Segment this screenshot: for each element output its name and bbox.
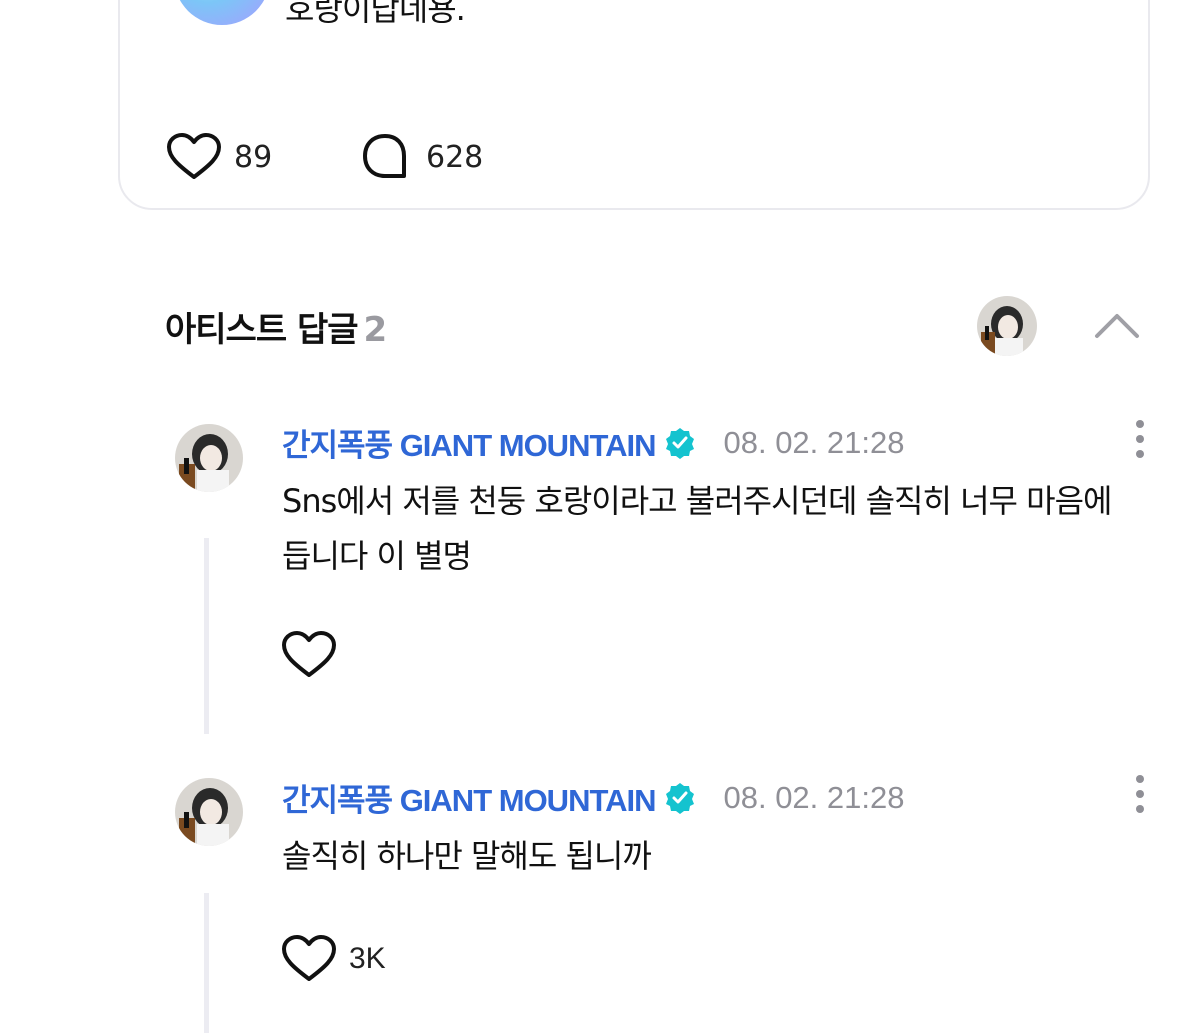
artist-photo [175,424,243,492]
reply-author-name[interactable]: 간지폭풍 GIANT MOUNTAIN [282,420,656,465]
verified-badge-icon [666,427,695,459]
reply-header: 간지폭풍 GIANT MOUNTAIN 08. 02. 21:28 [282,420,904,465]
reply-like-button[interactable] [281,630,347,680]
post-text: 호랑이답네용. [285,0,466,28]
post-comment-count: 628 [426,139,484,175]
more-options-icon[interactable] [1135,775,1145,815]
thread-line [204,538,209,734]
reply-text: 솔직히 하나만 말해도 됩니까 [282,837,652,875]
heart-icon [282,935,336,981]
reply-like-count: 3K [349,942,386,975]
heart-icon [167,133,221,179]
artist-photo [977,296,1037,356]
post-comment-button[interactable]: 628 [360,132,483,182]
artist-photo [175,778,243,846]
comment-bubble-icon [363,134,406,178]
chevron-up-icon[interactable] [1092,306,1142,342]
post-card: w 호랑이답네용. 89 628 [118,0,1150,210]
more-options-icon[interactable] [1135,420,1145,460]
reply-author-avatar[interactable] [175,424,243,492]
artist-replies-count: 2 [363,310,388,350]
reply-author-name[interactable]: 간지폭풍 GIANT MOUNTAIN [282,775,656,820]
reply-author-avatar[interactable] [175,778,243,846]
post-like-count: 89 [234,139,273,175]
heart-icon [282,631,336,677]
artist-replies-header: 아티스트 답글 2 [165,302,388,351]
reply-timestamp: 08. 02. 21:28 [723,424,905,460]
reply-timestamp: 08. 02. 21:28 [723,779,905,815]
reply-text: Sns에서 저를 천둥 호랑이라고 불러주시던데 솔직히 너무 마음에 듭니다 … [282,482,1112,575]
post-like-button[interactable]: 89 [166,132,272,182]
artist-replies-title: 아티스트 답글 [165,310,359,350]
artist-avatar[interactable] [977,296,1037,356]
reply-like-button[interactable]: 3K [281,934,386,984]
post-author-avatar[interactable]: w [174,0,270,25]
verified-badge-icon [666,782,695,814]
thread-line [204,893,209,1033]
reply-header: 간지폭풍 GIANT MOUNTAIN 08. 02. 21:28 [282,775,904,820]
